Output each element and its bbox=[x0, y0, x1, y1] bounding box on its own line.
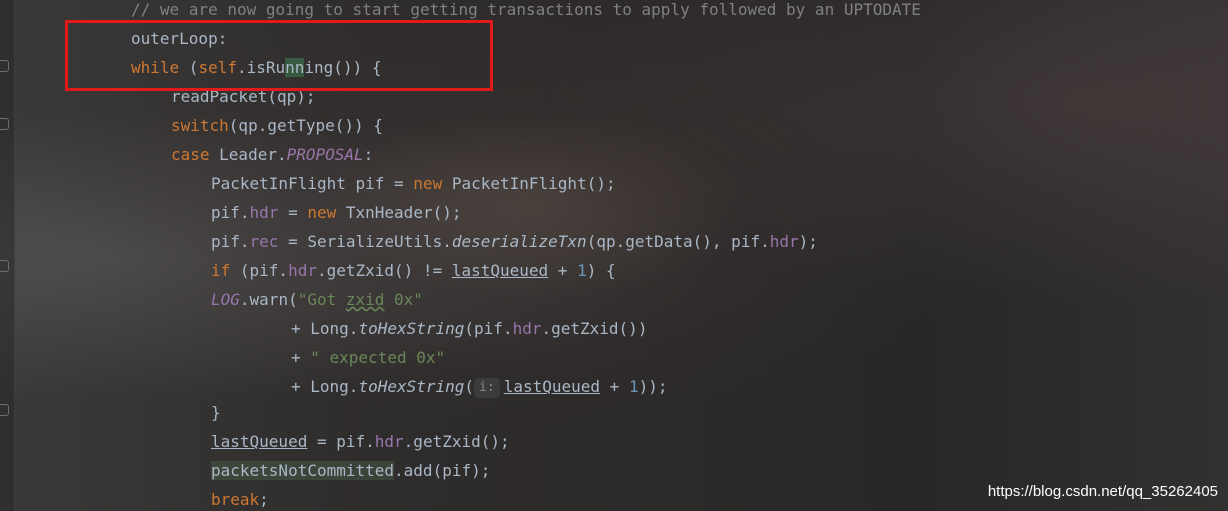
code-line-expected[interactable]: + " expected 0x" bbox=[291, 343, 445, 372]
code-line-switch[interactable]: switch(qp.getType()) { bbox=[171, 111, 383, 140]
code-line-hex1[interactable]: + Long.toHexString(pif.hdr.getZxid()) bbox=[291, 314, 647, 343]
keyword-break: break bbox=[211, 490, 260, 509]
object-ref: pif. bbox=[211, 232, 250, 251]
static-method: deserializeTxn bbox=[451, 232, 587, 251]
field-hdr: hdr bbox=[769, 232, 799, 251]
method-call: .getZxid()) bbox=[541, 319, 648, 338]
statement: (qp.getType()) { bbox=[228, 116, 383, 135]
constructor: PacketInFlight(); bbox=[442, 174, 616, 193]
code-line-log[interactable]: LOG.warn("Got zxid 0x" bbox=[211, 285, 423, 314]
variable-lastqueued: lastQueued bbox=[451, 261, 549, 280]
field-hdr: hdr bbox=[249, 203, 279, 222]
code-line-break[interactable]: break; bbox=[211, 485, 269, 511]
string-literal: " expected 0x" bbox=[310, 348, 446, 367]
code-line-if[interactable]: if (pif.hdr.getZxid() != lastQueued + 1)… bbox=[211, 256, 616, 285]
static-method: toHexString bbox=[358, 377, 465, 396]
keyword-new: new bbox=[307, 203, 337, 222]
field-packets: packetsNotCommitted bbox=[211, 461, 395, 480]
brace: ) { bbox=[586, 261, 616, 280]
field-hdr: hdr bbox=[512, 319, 542, 338]
string-literal: "Got bbox=[297, 290, 346, 309]
fold-marker-icon[interactable] bbox=[0, 404, 9, 416]
code-line-lastqueued[interactable]: lastQueued = pif.hdr.getZxid(); bbox=[211, 427, 510, 456]
fold-marker-icon[interactable] bbox=[0, 60, 9, 72]
static-field: PROPOSAL bbox=[286, 145, 364, 164]
comment-text: // we are now going to start getting tra… bbox=[131, 0, 921, 19]
variable-lastqueued: lastQueued bbox=[503, 377, 601, 396]
fold-marker-icon[interactable] bbox=[0, 118, 9, 130]
number-literal: 1 bbox=[628, 377, 639, 396]
operator: = bbox=[278, 203, 308, 222]
declaration: PacketInFlight pif = bbox=[211, 174, 414, 193]
code-line-pif-hdr[interactable]: pif.hdr = new TxnHeader(); bbox=[211, 198, 461, 227]
code-line-close-brace[interactable]: } bbox=[211, 398, 221, 427]
paren: )); bbox=[638, 377, 668, 396]
paren: ); bbox=[798, 232, 818, 251]
code-editor[interactable]: // we are now going to start getting tra… bbox=[0, 0, 1228, 511]
object-ref: (pif. bbox=[230, 261, 289, 280]
field-hdr: hdr bbox=[288, 261, 317, 280]
code-line-case[interactable]: case Leader.PROPOSAL: bbox=[171, 140, 373, 169]
operator: + bbox=[291, 348, 311, 367]
code-line-pif-rec[interactable]: pif.rec = SerializeUtils.deserializeTxn(… bbox=[211, 227, 818, 256]
string-literal: 0x" bbox=[384, 290, 423, 309]
operator: + bbox=[600, 377, 629, 396]
field-rec: rec bbox=[249, 232, 279, 251]
class-ref: + Long. bbox=[291, 377, 359, 396]
arguments: (qp.getData(), pif. bbox=[586, 232, 770, 251]
keyword-new: new bbox=[413, 174, 443, 193]
keyword-if: if bbox=[211, 261, 231, 280]
static-method: toHexString bbox=[358, 319, 465, 338]
string-literal: zxid bbox=[345, 290, 385, 309]
keyword-switch: switch bbox=[171, 116, 229, 135]
brace: } bbox=[211, 403, 221, 422]
field-hdr: hdr bbox=[374, 432, 404, 451]
colon: : bbox=[363, 145, 374, 164]
expression: .getZxid() != bbox=[316, 261, 452, 280]
method-call: .warn( bbox=[239, 290, 298, 309]
operator: + bbox=[548, 261, 578, 280]
object-ref: pif. bbox=[211, 203, 250, 222]
variable-lastqueued: lastQueued bbox=[211, 432, 308, 451]
parameter-hint: i: bbox=[474, 377, 500, 398]
class-ref: = SerializeUtils. bbox=[278, 232, 452, 251]
expression: = pif. bbox=[307, 432, 375, 451]
method-call: .getZxid(); bbox=[403, 432, 510, 451]
class-ref: + Long. bbox=[291, 319, 359, 338]
code-line-pif-decl[interactable]: PacketInFlight pif = new PacketInFlight(… bbox=[211, 169, 616, 198]
fold-marker-icon[interactable] bbox=[0, 260, 9, 272]
class-ref: Leader. bbox=[209, 145, 287, 164]
constructor: TxnHeader(); bbox=[336, 203, 462, 222]
code-line-hex2[interactable]: + Long.toHexString(i: lastQueued + 1)); bbox=[291, 372, 667, 401]
watermark: https://blog.csdn.net/qq_35262405 bbox=[987, 483, 1218, 500]
annotation-highlight-box bbox=[65, 20, 493, 91]
editor-gutter bbox=[0, 0, 15, 511]
arguments: (pif. bbox=[464, 319, 513, 338]
semicolon: ; bbox=[259, 490, 269, 509]
paren: ( bbox=[464, 377, 475, 396]
keyword-case: case bbox=[171, 145, 210, 164]
code-line-packets[interactable]: packetsNotCommitted.add(pif); bbox=[211, 456, 490, 485]
number-literal: 1 bbox=[577, 261, 587, 280]
static-field-log: LOG bbox=[211, 290, 240, 309]
method-call: .add(pif); bbox=[394, 461, 491, 480]
